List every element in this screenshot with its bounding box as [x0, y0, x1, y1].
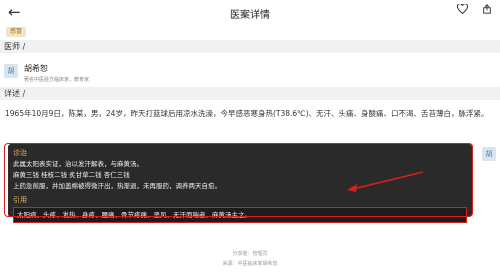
- footer-source: 来源：中医临床家胡希恕: [222, 261, 278, 267]
- quote-heading: 引用: [13, 196, 27, 204]
- diagnosis-heading: 诊治: [13, 149, 27, 157]
- doctor-section-header: 医师 /: [0, 40, 500, 53]
- author-description: 著名中医经方临床家，教育家: [24, 77, 90, 83]
- author-avatar: 胡: [4, 64, 18, 78]
- share-icon[interactable]: [482, 4, 492, 14]
- right-avatar[interactable]: 胡: [482, 147, 496, 161]
- annotation-arrow-icon: [347, 171, 424, 192]
- back-arrow-icon[interactable]: ←: [8, 3, 21, 21]
- detail-section-header: 详述 /: [0, 87, 500, 100]
- quote-text: 太阳病，头疼、发热、身疼、腰痛、骨节疼痛、恶风、无汗而喘者，麻黄汤主之。: [13, 207, 467, 223]
- author-name: 胡希恕: [24, 64, 48, 73]
- header-actions: [457, 4, 492, 14]
- top-bar: ← 医案详情: [0, 0, 500, 26]
- category-tag[interactable]: 感冒: [6, 27, 27, 37]
- case-description: 1965年10月9日，陈某，男，24岁，昨天打篮球后用凉水洗澡，今早感恶寒身热(…: [5, 109, 489, 118]
- heart-icon[interactable]: [457, 4, 468, 14]
- author-card[interactable]: 胡 胡希恕 著名中医经方临床家，教育家: [4, 60, 89, 83]
- footer-share: 分享者：管理员: [232, 251, 268, 257]
- page-title: 医案详情: [230, 9, 270, 21]
- diagnosis-line: 此属太阳表实证，治以发汗解表，与麻黄汤。: [13, 160, 143, 168]
